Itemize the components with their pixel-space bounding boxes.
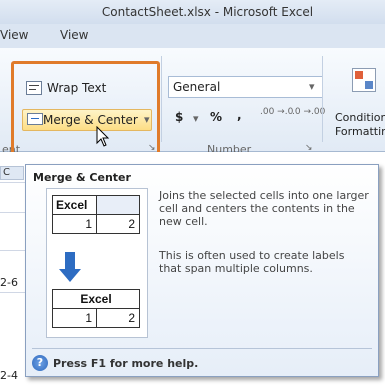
illus-cell-after-v2: 2 — [96, 308, 140, 328]
illus-cell-before-blank — [96, 195, 140, 215]
illus-cell-after-merged: Excel — [52, 289, 140, 309]
mouse-cursor-icon — [96, 126, 110, 147]
increase-decimal-button[interactable]: .00 →.0 — [260, 107, 293, 117]
merge-center-tooltip: Merge & Center Excel 1 2 Excel 1 2 Joins… — [25, 164, 379, 377]
tooltip-title: Merge & Center — [33, 171, 131, 184]
group-divider — [322, 56, 323, 142]
currency-dropdown-icon[interactable]: ▾ — [193, 112, 199, 125]
percent-button[interactable]: % — [210, 110, 222, 124]
tooltip-divider — [32, 348, 372, 349]
cell-partial[interactable]: 2-6 — [0, 276, 18, 289]
illus-cell-before-v1: 1 — [52, 214, 97, 234]
tooltip-description-extra: This is often used to create labels that… — [159, 249, 345, 275]
column-header-partial[interactable]: C — [0, 166, 24, 180]
window-title: ContactSheet.xlsx - Microsoft Excel — [101, 5, 314, 19]
help-icon: ? — [32, 355, 48, 371]
conditional-formatting-icon — [352, 68, 376, 92]
down-arrow-icon — [59, 269, 81, 282]
decrease-decimal-button[interactable]: .0 →.00 — [292, 107, 325, 117]
number-format-dropdown[interactable]: General ▾ — [168, 76, 323, 98]
conditional-formatting-label-2[interactable]: Formattin — [335, 125, 385, 138]
highlight-box — [11, 61, 160, 159]
ribbon-tabs: View View — [0, 24, 385, 48]
tooltip-footer: Press F1 for more help. — [53, 357, 199, 370]
down-arrow-icon — [65, 252, 75, 270]
group-divider — [161, 56, 162, 142]
comma-button[interactable]: , — [237, 108, 242, 122]
illus-cell-after-v1: 1 — [52, 308, 97, 328]
chevron-down-icon: ▾ — [309, 80, 315, 93]
conditional-formatting-label-1[interactable]: Condition — [335, 111, 385, 124]
illus-cell-before-v2: 2 — [96, 214, 140, 234]
tooltip-description: Joins the selected cells into one larger… — [159, 189, 369, 228]
tab-view-partial[interactable]: View — [0, 28, 28, 42]
currency-button[interactable]: $ — [175, 110, 183, 124]
number-format-value: General — [173, 80, 221, 94]
tooltip-illustration: Excel 1 2 Excel 1 2 — [46, 188, 148, 338]
cell-partial[interactable]: 2-4 — [0, 369, 18, 382]
title-bar: ContactSheet.xlsx - Microsoft Excel — [0, 0, 385, 24]
illus-cell-before-label: Excel — [52, 195, 97, 215]
tab-view[interactable]: View — [60, 28, 88, 42]
